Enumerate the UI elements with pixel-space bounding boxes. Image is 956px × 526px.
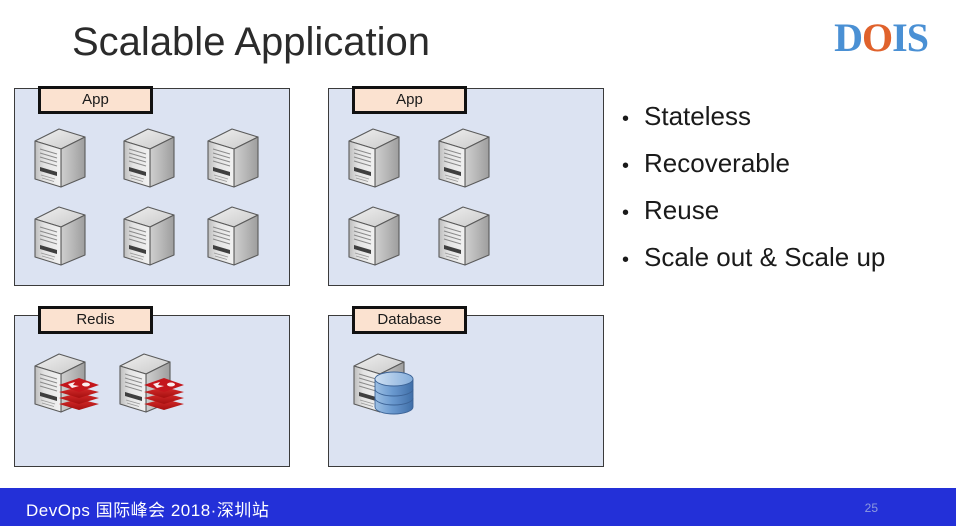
server-icon — [437, 127, 491, 189]
logo-letter-o: O — [862, 15, 893, 60]
bullet-marker-icon: • — [622, 249, 630, 271]
server-icon — [206, 127, 260, 189]
panel-label-redis: Redis — [38, 306, 153, 334]
footer-bar: DevOps 国际峰会 2018·深圳站 25 — [0, 488, 956, 526]
list-item: • Recoverable — [622, 141, 952, 188]
page-title: Scalable Application — [72, 20, 431, 64]
logo-letter-d: D — [834, 15, 863, 60]
bullet-text: Reuse — [644, 195, 720, 225]
server-icon — [347, 205, 401, 267]
server-icon — [122, 205, 176, 267]
list-item: • Scale out & Scale up — [622, 235, 952, 282]
bullet-marker-icon: • — [622, 155, 630, 177]
server-icon — [206, 205, 260, 267]
server-icon — [122, 127, 176, 189]
server-icon — [437, 205, 491, 267]
dois-logo: DOIS — [834, 15, 929, 60]
list-item: • Reuse — [622, 188, 952, 235]
server-icon — [33, 205, 87, 267]
bullet-text: Scale out & Scale up — [644, 242, 886, 272]
panel-label-app-1: App — [38, 86, 153, 114]
list-item: • Stateless — [622, 94, 952, 141]
redis-logo-icon — [58, 377, 100, 411]
logo-letter-s: S — [906, 15, 929, 60]
bullet-list: • Stateless • Recoverable • Reuse • Scal… — [622, 94, 952, 282]
server-icon — [33, 127, 87, 189]
panel-label-database: Database — [352, 306, 467, 334]
bullet-text: Recoverable — [644, 148, 790, 178]
bullet-marker-icon: • — [622, 108, 630, 130]
panel-label-app-2: App — [352, 86, 467, 114]
database-cylinder-icon — [373, 370, 415, 416]
logo-letter-i: I — [892, 15, 908, 60]
footer-conference-title: DevOps 国际峰会 2018·深圳站 — [26, 501, 270, 520]
page-number: 25 — [864, 501, 878, 515]
slide-canvas: Scalable Application DOIS App App Redis … — [0, 0, 956, 526]
bullet-text: Stateless — [644, 101, 751, 131]
bullet-marker-icon: • — [622, 202, 630, 224]
server-icon — [347, 127, 401, 189]
redis-logo-icon — [143, 377, 185, 411]
